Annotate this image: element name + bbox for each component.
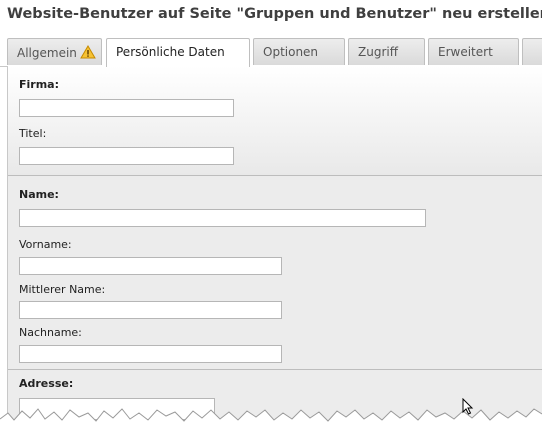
tab-label: Erweitert xyxy=(438,45,493,59)
tab-zugriff[interactable]: Zugriff xyxy=(348,38,425,65)
tab-bar: Allgemein Persönliche Daten Optionen Zug… xyxy=(0,38,542,67)
company-section: Firma: Titel: xyxy=(8,66,542,176)
company-label: Firma: xyxy=(19,78,59,91)
mouse-cursor-icon xyxy=(462,398,474,415)
tab-allgemein[interactable]: Allgemein xyxy=(7,38,102,65)
firstname-label: Vorname: xyxy=(19,238,72,251)
warning-icon xyxy=(80,45,96,62)
tab-overflow[interactable] xyxy=(522,38,542,65)
tab-label: Zugriff xyxy=(358,45,398,59)
tab-persoenliche-daten[interactable]: Persönliche Daten xyxy=(106,38,250,67)
name-input[interactable] xyxy=(19,209,426,227)
tab-erweitert[interactable]: Erweitert xyxy=(428,38,519,65)
page-title: Website-Benutzer auf Seite "Gruppen und … xyxy=(7,6,542,22)
title-input[interactable] xyxy=(19,147,234,165)
tab-label: Allgemein xyxy=(17,46,77,60)
tab-optionen[interactable]: Optionen xyxy=(253,38,345,65)
lastname-input[interactable] xyxy=(19,345,282,363)
name-label: Name: xyxy=(19,188,59,201)
form-panel: Firma: Titel: Name: Vorname: Mittlerer N… xyxy=(7,66,542,425)
firstname-input[interactable] xyxy=(19,257,282,275)
name-section: Name: Vorname: Mittlerer Name: Nachname: xyxy=(8,177,542,370)
title-label: Titel: xyxy=(19,127,47,140)
tab-label: Persönliche Daten xyxy=(116,45,225,59)
lastname-label: Nachname: xyxy=(19,326,82,339)
tab-label: Optionen xyxy=(263,45,319,59)
middlename-input[interactable] xyxy=(19,301,282,319)
torn-edge-decoration xyxy=(0,408,542,425)
middlename-label: Mittlerer Name: xyxy=(19,283,106,296)
company-input[interactable] xyxy=(19,99,234,117)
